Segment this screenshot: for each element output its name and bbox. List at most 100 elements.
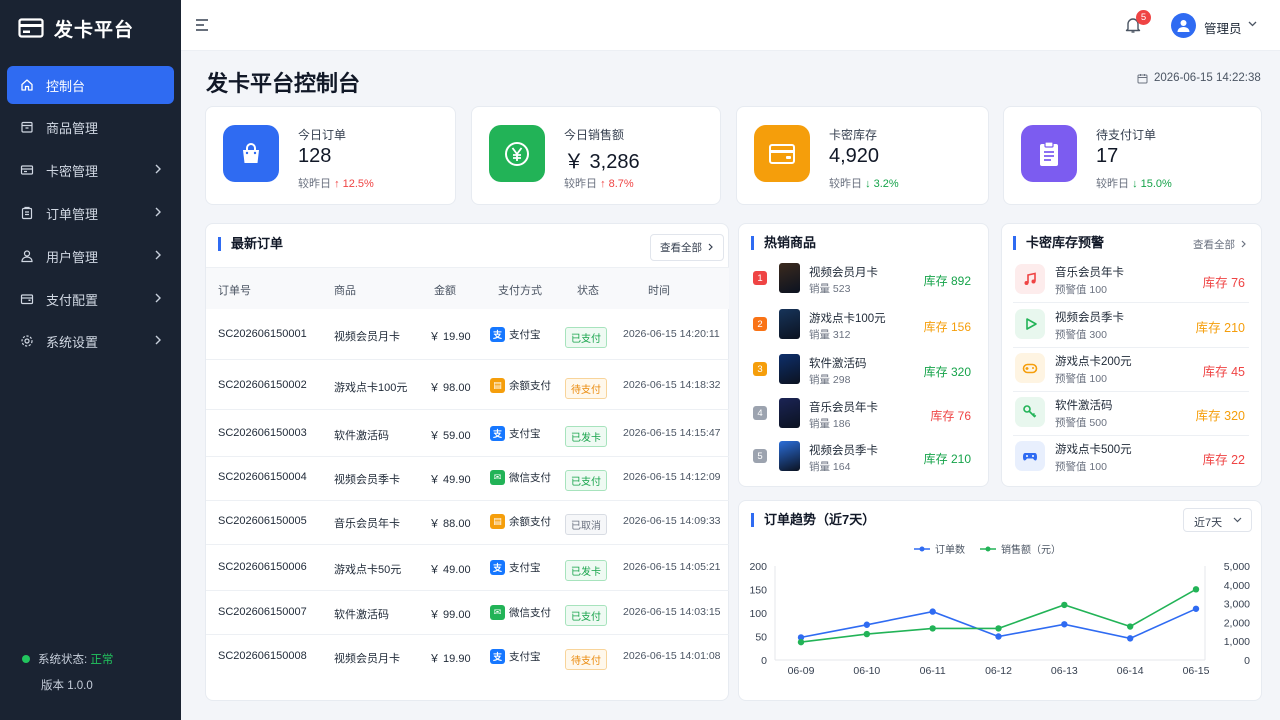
order-id[interactable]: SC202606150001: [218, 328, 307, 340]
order-trend-chart: 0 50 100 150 200 0 1,000 2,000 3,000 4,000 5,000 06…: [749, 561, 1250, 677]
status-badge: 已支付: [565, 470, 607, 491]
range-select-value: 近7天: [1194, 517, 1223, 529]
orders-view-all-button[interactable]: 查看全部: [650, 234, 724, 261]
menu-toggle-icon[interactable]: [195, 18, 209, 32]
sidebar-item-settings[interactable]: 系统设置: [7, 322, 174, 360]
product-name: 视频会员季卡: [809, 445, 878, 457]
logo[interactable]: 发卡平台: [0, 0, 181, 56]
order-id[interactable]: SC202606150007: [218, 606, 307, 618]
x-tick-label: 06-13: [1051, 665, 1078, 677]
payment-method: ▤ 余额支付: [490, 378, 551, 393]
alert-threshold: 预警值 300: [1055, 329, 1107, 341]
payment-label: 微信支付: [509, 607, 551, 619]
data-point[interactable]: [1126, 623, 1134, 630]
data-point[interactable]: [1192, 605, 1200, 612]
stat-card-pending[interactable]: 待支付订单 17 较昨日 ↓ 15.0%: [1003, 106, 1262, 205]
legend-item-orders: 订单数: [914, 541, 965, 556]
data-point[interactable]: [929, 625, 936, 632]
data-point[interactable]: [1192, 586, 1200, 593]
data-point[interactable]: [1126, 635, 1134, 642]
order-product: 游戏点卡100元: [334, 382, 408, 394]
row-divider: [206, 634, 729, 635]
y-right-tick-label: 4,000: [1224, 580, 1250, 592]
order-time: 2026-06-15 14:03:15: [623, 606, 721, 618]
avatar[interactable]: [1171, 13, 1196, 38]
row-divider: [206, 456, 729, 457]
stat-icon-box: [1021, 125, 1077, 182]
chevron-right-icon: [155, 207, 161, 217]
order-id[interactable]: SC202606150002: [218, 379, 307, 391]
data-point[interactable]: [863, 621, 871, 628]
data-point[interactable]: [1061, 601, 1068, 609]
sidebar-item-label: 卡密管理: [46, 163, 99, 179]
product-name: 软件激活码: [809, 358, 867, 370]
sidebar-item-cards[interactable]: 卡密管理: [7, 151, 174, 189]
column-header: 商品: [334, 285, 356, 297]
stat-label: 待支付订单: [1096, 128, 1157, 142]
sidebar-item-dashboard[interactable]: 控制台: [7, 66, 174, 104]
sidebar-item-users[interactable]: 用户管理: [7, 237, 174, 275]
product-name: 游戏点卡100元: [809, 313, 886, 325]
status-label: 系统状态:: [38, 654, 88, 666]
sidebar-item-products[interactable]: 商品管理: [7, 108, 174, 146]
sidebar-item-label: 控制台: [46, 78, 86, 94]
user-icon: [21, 250, 33, 263]
credit-card-icon: [769, 143, 795, 164]
sidebar-item-orders[interactable]: 订单管理: [7, 194, 174, 232]
alerts-view-all-link[interactable]: 查看全部: [1193, 237, 1247, 252]
data-point[interactable]: [995, 633, 1002, 640]
y-right-tick-label: 0: [1244, 655, 1250, 667]
payment-label: 余额支付: [509, 380, 551, 392]
data-point[interactable]: [995, 625, 1002, 632]
stat-value: 128: [298, 145, 332, 167]
product-sales: 销量 298: [809, 374, 851, 386]
stat-card-stock[interactable]: 卡密库存 4,920 较昨日 ↓ 3.2%: [736, 106, 989, 205]
gamepad-icon: [1022, 360, 1038, 376]
card-icon: [20, 165, 34, 175]
payment-method: 支支付宝: [490, 327, 541, 342]
order-product: 视频会员月卡: [334, 331, 400, 343]
product-thumbnail: [779, 441, 800, 471]
order-id[interactable]: SC202606150003: [218, 427, 307, 439]
rank-badge: 4: [753, 406, 767, 420]
clipboard-icon: [21, 206, 33, 220]
data-point[interactable]: [863, 630, 871, 638]
chevron-right-icon: [708, 243, 713, 251]
sidebar-item-label: 系统设置: [46, 334, 99, 350]
wallet-icon: [20, 294, 34, 305]
row-divider: [206, 500, 729, 501]
alert-stock: 库存 76: [1202, 276, 1245, 290]
wechat-icon: ✉: [490, 470, 505, 485]
y-left-tick-label: 100: [749, 608, 767, 620]
stat-card-sales[interactable]: 今日销售额 ￥ 3,286 较昨日 ↑ 8.7%: [471, 106, 721, 205]
alert-stock: 库存 320: [1195, 409, 1245, 423]
chevron-down-icon: [1233, 517, 1242, 523]
chevron-down-icon[interactable]: [1248, 21, 1257, 27]
order-time: 2026-06-15 14:01:08: [623, 650, 721, 662]
stat-card-orders[interactable]: 今日订单 128 较昨日 ↑ 12.5%: [205, 106, 456, 205]
row-divider: [1013, 391, 1249, 392]
alert-stock: 库存 45: [1202, 365, 1245, 379]
product-thumbnail: [779, 309, 800, 339]
sidebar-item-payment[interactable]: 支付配置: [7, 280, 174, 318]
order-id[interactable]: SC202606150004: [218, 471, 307, 483]
admin-name[interactable]: 管理员: [1204, 18, 1242, 37]
order-id[interactable]: SC202606150005: [218, 515, 307, 527]
status-badge: 待支付: [565, 378, 607, 399]
row-divider: [206, 409, 729, 410]
x-tick-label: 06-15: [1183, 665, 1210, 677]
trend-value: ↓ 15.0%: [1132, 178, 1172, 190]
data-point[interactable]: [929, 608, 936, 615]
product-stock: 库存 156: [923, 320, 971, 334]
data-point[interactable]: [797, 638, 805, 646]
legend-label: 销售额（元）: [1001, 545, 1061, 556]
order-time: 2026-06-15 14:05:21: [623, 561, 721, 573]
payment-label: 支付宝: [509, 329, 541, 341]
order-id[interactable]: SC202606150008: [218, 650, 307, 662]
x-tick-label: 06-14: [1117, 665, 1144, 677]
alipay-icon: 支: [490, 649, 505, 664]
trend-value: ↓ 3.2%: [865, 178, 899, 190]
order-id[interactable]: SC202606150006: [218, 561, 307, 573]
data-point[interactable]: [1061, 621, 1068, 628]
range-select[interactable]: 近7天: [1183, 508, 1252, 532]
